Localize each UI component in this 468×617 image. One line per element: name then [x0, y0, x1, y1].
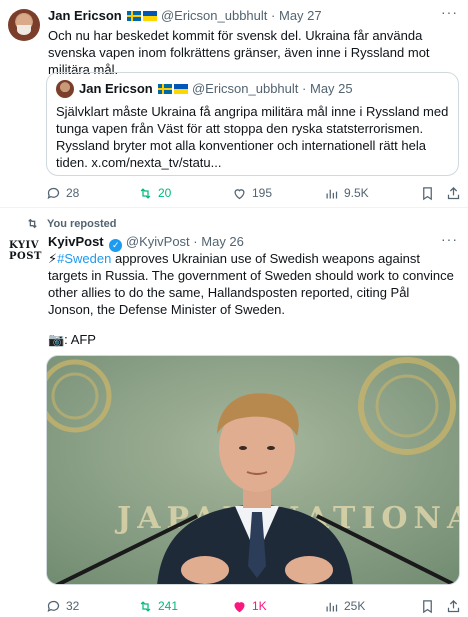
- photo-minister: JAPAN NATIONAL: [47, 356, 459, 584]
- tweet-date[interactable]: May 26: [201, 234, 244, 249]
- ukraine-flag-icon: [174, 84, 189, 94]
- like-count: 1K: [252, 599, 267, 613]
- quote-author-name: Jan Ericson: [79, 81, 153, 96]
- author-avatar[interactable]: [8, 9, 40, 41]
- repost-icon: [28, 218, 37, 229]
- kyivpost-logo[interactable]: KYIV POST: [9, 240, 41, 262]
- lightning-emoji: ⚡: [48, 251, 58, 266]
- bookmark-icon: [423, 186, 432, 200]
- tweet-photo[interactable]: JAPAN NATIONAL: [46, 355, 460, 585]
- views-button[interactable]: 9.5K: [324, 184, 369, 202]
- author-handle[interactable]: @KyivPost: [126, 234, 190, 249]
- ukraine-flag-icon: [143, 11, 158, 21]
- repost-icon: [140, 187, 151, 199]
- share-button[interactable]: [446, 597, 461, 615]
- repost-icon: [140, 600, 151, 612]
- tweet-header: Jan Ericson @Ericson_ubbhult · May 27: [48, 8, 322, 23]
- like-button[interactable]: 1K: [232, 597, 267, 615]
- tweet-actions: 28 20 195 9.5K: [46, 184, 460, 202]
- sweden-flag-icon: [158, 84, 173, 94]
- reply-button[interactable]: 32: [46, 597, 79, 615]
- bookmark-button[interactable]: [420, 184, 435, 202]
- more-icon[interactable]: ···: [441, 231, 458, 247]
- quote-text: Självklart måste Ukraina få angripa mili…: [56, 104, 449, 170]
- hashtag-link[interactable]: #Sweden: [57, 251, 111, 266]
- repost-context: You reposted: [26, 217, 116, 230]
- repost-label[interactable]: You reposted: [47, 218, 116, 230]
- tweet-jan-ericson[interactable]: Jan Ericson @Ericson_ubbhult · May 27 ··…: [0, 0, 468, 208]
- author-name[interactable]: Jan Ericson: [48, 8, 122, 23]
- views-count: 9.5K: [344, 186, 369, 200]
- repost-button[interactable]: 20: [138, 184, 171, 202]
- share-icon: [447, 186, 460, 199]
- share-icon: [447, 599, 460, 612]
- like-icon: [234, 188, 245, 199]
- more-icon[interactable]: ···: [441, 4, 458, 20]
- like-icon: [234, 601, 245, 612]
- repost-count: 20: [158, 186, 172, 200]
- reply-icon: [47, 600, 60, 612]
- repost-button[interactable]: 241: [138, 597, 178, 615]
- like-count: 195: [252, 186, 273, 200]
- tweet-text: ⚡#Sweden approves Ukrainian use of Swedi…: [48, 251, 454, 317]
- like-button[interactable]: 195: [232, 184, 272, 202]
- reply-button[interactable]: 28: [46, 184, 79, 202]
- share-button[interactable]: [446, 184, 461, 202]
- reply-count: 32: [66, 599, 80, 613]
- photo-credit: 📷: AFP: [48, 332, 96, 347]
- sweden-flag-icon: [127, 11, 142, 21]
- views-icon: [326, 602, 338, 611]
- repost-count: 241: [158, 599, 179, 613]
- views-count: 25K: [344, 599, 366, 613]
- quote-author-avatar: [56, 80, 74, 98]
- quote-author-handle: @Ericson_ubbhult: [191, 81, 299, 96]
- bookmark-icon: [423, 599, 432, 613]
- reply-icon: [47, 187, 60, 199]
- views-icon: [326, 189, 338, 198]
- quote-date: May 25: [309, 81, 353, 96]
- quote-header: Jan Ericson @Ericson_ubbhult · May 25: [79, 81, 353, 96]
- quoted-tweet[interactable]: Jan Ericson @Ericson_ubbhult · May 25 Sj…: [46, 72, 459, 176]
- reply-count: 28: [66, 186, 80, 200]
- tweet-text: Och nu har beskedet kommit för svensk de…: [48, 28, 430, 77]
- author-handle[interactable]: @Ericson_ubbhult: [161, 8, 267, 23]
- bookmark-button[interactable]: [420, 597, 435, 615]
- views-button[interactable]: 25K: [324, 597, 365, 615]
- tweet-actions: 32 241 1K 25K: [46, 597, 460, 615]
- tweet-date[interactable]: May 27: [279, 8, 322, 23]
- author-name[interactable]: KyivPost: [48, 234, 104, 249]
